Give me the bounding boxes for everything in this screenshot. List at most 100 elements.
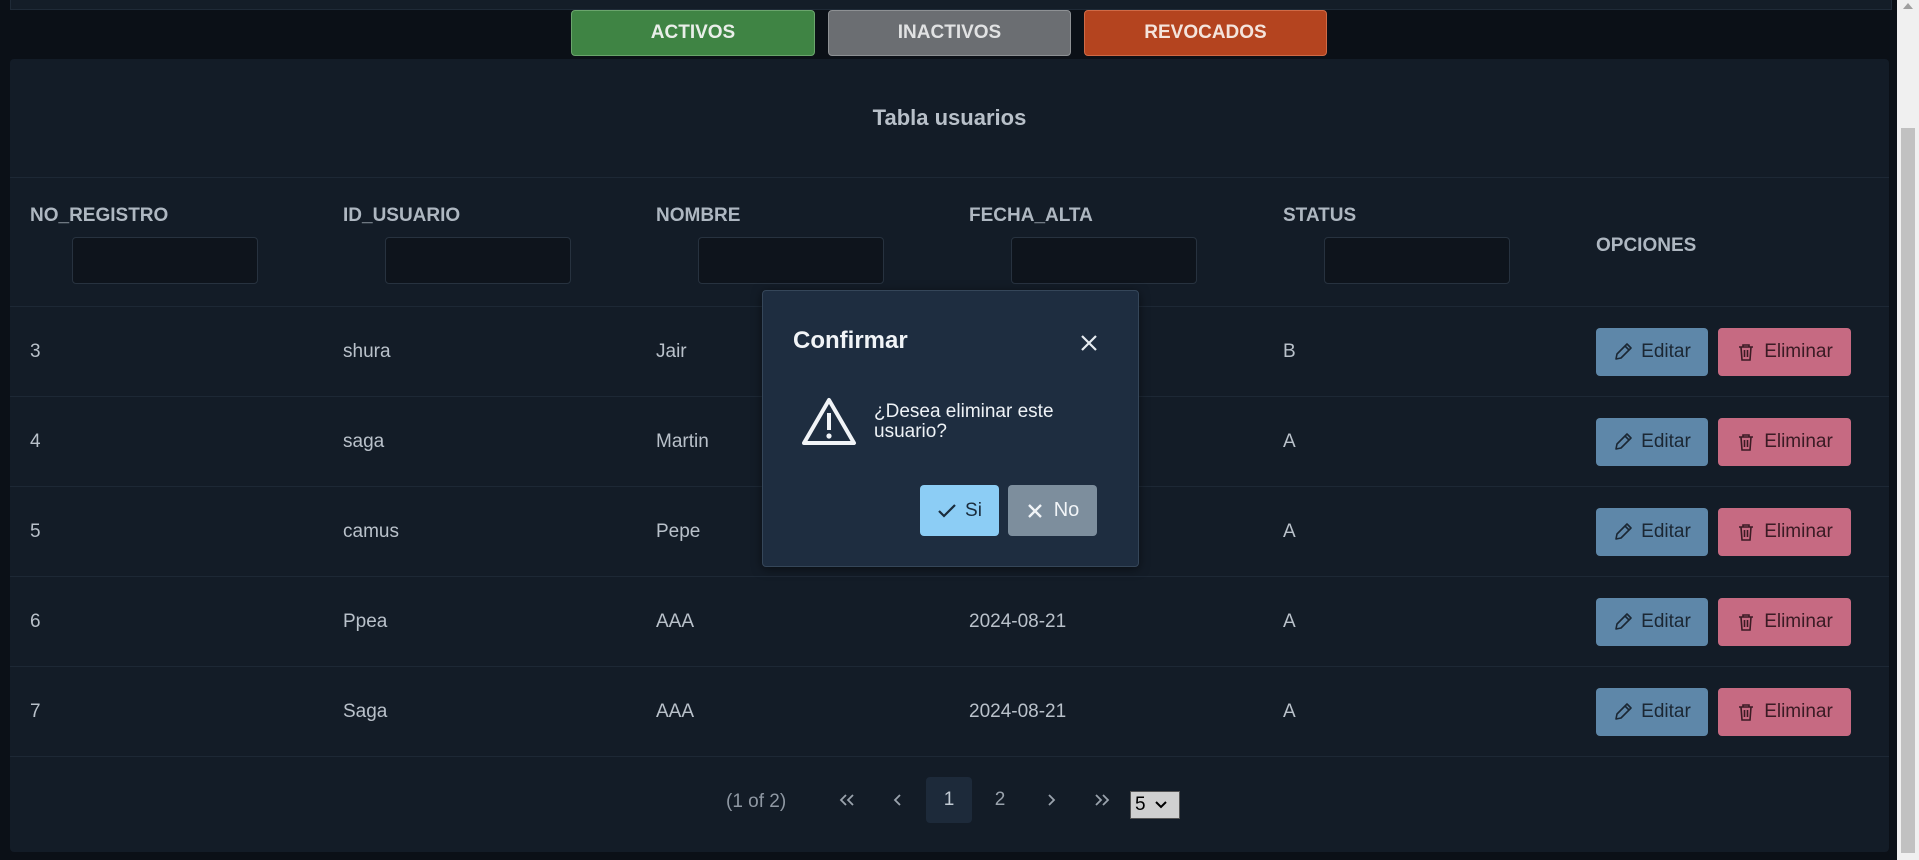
paginator: (1 of 2) 1 2 5 [10, 759, 1889, 849]
edit-button[interactable]: Editar [1596, 688, 1708, 736]
cell-nombre: AAA [656, 701, 695, 722]
scroll-up-arrow-icon[interactable] [1903, 3, 1913, 9]
top-panel-edge [10, 0, 1892, 10]
cell-no-registro: 7 [30, 701, 41, 722]
table-row: 7 Saga AAA 2024-08-21 A Editar Eliminar [10, 667, 1889, 757]
trash-icon [1739, 704, 1754, 721]
confirm-dialog: Confirmar ¿Desea eliminar este usuario? … [762, 290, 1139, 567]
edit-button[interactable]: Editar [1596, 328, 1708, 376]
filter-input-id-usuario[interactable] [385, 237, 571, 284]
confirm-yes-button[interactable]: Si [920, 485, 999, 536]
delete-button[interactable]: Eliminar [1718, 508, 1851, 556]
cell-nombre: Jair [656, 341, 687, 362]
cell-id-usuario: shura [343, 341, 391, 362]
delete-label: Eliminar [1764, 431, 1833, 452]
edit-label: Editar [1641, 611, 1691, 632]
dialog-title: Confirmar [793, 327, 908, 354]
first-page-button[interactable] [824, 777, 870, 823]
page-button-2[interactable]: 2 [977, 777, 1023, 823]
delete-button[interactable]: Eliminar [1718, 328, 1851, 376]
inactive-filter-button[interactable]: INACTIVOS [828, 10, 1071, 56]
check-icon [938, 503, 956, 518]
cell-status: A [1283, 521, 1296, 542]
chevron-down-icon [1154, 801, 1167, 809]
trash-icon [1739, 434, 1754, 451]
cell-no-registro: 3 [30, 341, 41, 362]
next-page-button[interactable] [1028, 777, 1074, 823]
active-filter-button[interactable]: ACTIVOS [571, 10, 815, 56]
no-label: No [1053, 499, 1080, 521]
delete-button[interactable]: Eliminar [1718, 598, 1851, 646]
edit-button[interactable]: Editar [1596, 598, 1708, 646]
double-chevron-left-icon [839, 794, 854, 806]
trash-icon [1739, 344, 1754, 361]
pencil-icon [1615, 343, 1632, 360]
column-header-status: STATUS [1283, 205, 1357, 226]
edit-label: Editar [1641, 431, 1691, 452]
table-title: Tabla usuarios [10, 59, 1889, 178]
cell-nombre: Martin [656, 431, 709, 452]
delete-button[interactable]: Eliminar [1718, 688, 1851, 736]
column-header-nombre: NOMBRE [656, 205, 741, 226]
edit-button[interactable]: Editar [1596, 418, 1708, 466]
edit-label: Editar [1641, 701, 1691, 722]
revoked-filter-button[interactable]: REVOCADOS [1084, 10, 1327, 56]
filter-input-fecha-alta[interactable] [1011, 237, 1197, 284]
table-row: 6 Ppea AAA 2024-08-21 A Editar Eliminar [10, 577, 1889, 667]
cell-no-registro: 4 [30, 431, 41, 452]
last-page-button[interactable] [1079, 777, 1125, 823]
edit-label: Editar [1641, 341, 1691, 362]
chevron-left-icon [893, 794, 901, 806]
column-header-id-usuario: ID_USUARIO [343, 205, 461, 226]
cell-status: B [1283, 341, 1296, 362]
edit-button[interactable]: Editar [1596, 508, 1708, 556]
rows-per-page-select[interactable]: 5 [1130, 791, 1180, 819]
filter-input-nombre[interactable] [698, 237, 884, 284]
pencil-icon [1615, 433, 1632, 450]
rows-per-page-value: 5 [1135, 794, 1146, 815]
previous-page-button[interactable] [875, 777, 921, 823]
trash-icon [1739, 614, 1754, 631]
delete-label: Eliminar [1764, 611, 1833, 632]
delete-label: Eliminar [1764, 341, 1833, 362]
delete-label: Eliminar [1764, 521, 1833, 542]
column-header-opciones: OPCIONES [1596, 235, 1697, 256]
x-icon [1027, 503, 1042, 518]
cell-status: A [1283, 701, 1296, 722]
cell-status: A [1283, 611, 1296, 632]
pencil-icon [1615, 703, 1632, 720]
filter-input-status[interactable] [1324, 237, 1510, 284]
yes-label: Si [965, 499, 982, 521]
cell-id-usuario: camus [343, 521, 399, 542]
column-header-no-registro: NO_REGISTRO [30, 205, 169, 226]
cell-fecha-alta: 2024-08-21 [969, 701, 1067, 722]
column-header-fecha-alta: FECHA_ALTA [969, 205, 1093, 226]
filter-input-no-registro[interactable] [72, 237, 258, 284]
double-chevron-right-icon [1095, 794, 1110, 806]
pencil-icon [1615, 523, 1632, 540]
pencil-icon [1615, 613, 1632, 630]
cell-id-usuario: saga [343, 431, 385, 452]
warning-icon [801, 396, 857, 446]
close-icon[interactable] [1075, 329, 1103, 357]
cell-nombre: AAA [656, 611, 695, 632]
delete-button[interactable]: Eliminar [1718, 418, 1851, 466]
cell-id-usuario: Ppea [343, 611, 388, 632]
dialog-message: ¿Desea eliminar este usuario? [874, 401, 1054, 442]
trash-icon [1739, 524, 1754, 541]
page-scrollbar[interactable] [1897, 0, 1919, 860]
chevron-right-icon [1048, 794, 1056, 806]
edit-label: Editar [1641, 521, 1691, 542]
status-filter-bar: ACTIVOS INACTIVOS REVOCADOS [0, 10, 1895, 58]
scrollbar-thumb[interactable] [1901, 128, 1915, 853]
table-header: NO_REGISTRO ID_USUARIO NOMBRE FECHA_ALTA… [10, 178, 1889, 307]
page-info: (1 of 2) [726, 791, 787, 812]
cell-id-usuario: Saga [343, 701, 388, 722]
page-button-1[interactable]: 1 [926, 777, 972, 823]
confirm-no-button[interactable]: No [1008, 485, 1097, 536]
cell-no-registro: 6 [30, 611, 41, 632]
cell-fecha-alta: 2024-08-21 [969, 611, 1067, 632]
delete-label: Eliminar [1764, 701, 1833, 722]
cell-status: A [1283, 431, 1296, 452]
cell-nombre: Pepe [656, 521, 701, 542]
